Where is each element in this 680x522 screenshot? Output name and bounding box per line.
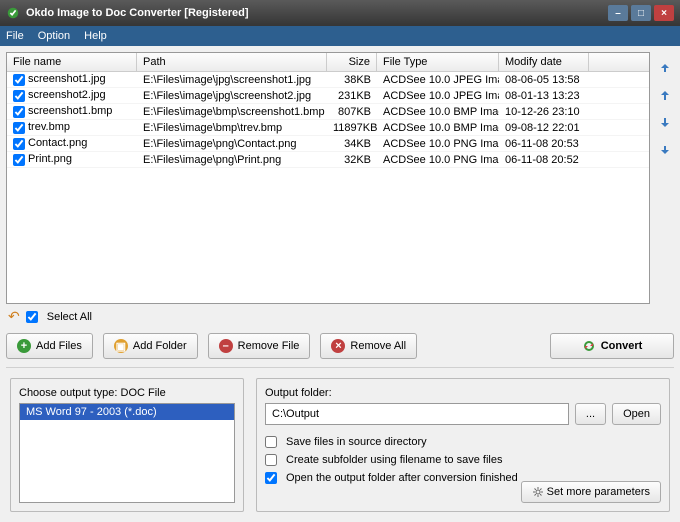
set-more-parameters-button[interactable]: Set more parameters <box>521 481 661 503</box>
table-row[interactable]: Contact.pngE:\Files\image\png\Contact.pn… <box>7 136 649 152</box>
close-button[interactable]: × <box>654 5 674 21</box>
app-icon <box>6 6 20 20</box>
open-after-checkbox[interactable] <box>265 472 277 484</box>
output-folder-input[interactable] <box>265 403 569 425</box>
menu-help[interactable]: Help <box>84 30 107 42</box>
output-folder-label: Output folder: <box>265 387 661 399</box>
maximize-button[interactable]: □ <box>631 5 651 21</box>
row-checkbox[interactable] <box>13 122 25 134</box>
col-path[interactable]: Path <box>137 53 327 71</box>
open-folder-button[interactable]: Open <box>612 403 661 425</box>
row-checkbox[interactable] <box>13 154 25 166</box>
titlebar: Okdo Image to Doc Converter [Registered]… <box>0 0 680 26</box>
menu-file[interactable]: File <box>6 30 24 42</box>
row-checkbox[interactable] <box>13 90 25 102</box>
window-title: Okdo Image to Doc Converter [Registered] <box>26 7 249 19</box>
row-checkbox[interactable] <box>13 74 25 86</box>
plus-icon: + <box>17 339 31 353</box>
output-type-item[interactable]: MS Word 97 - 2003 (*.doc) <box>20 404 234 420</box>
table-row[interactable]: screenshot1.jpgE:\Files\image\jpg\screen… <box>7 72 649 88</box>
table-row[interactable]: screenshot1.bmpE:\Files\image\bmp\screen… <box>7 104 649 120</box>
save-in-source-checkbox[interactable] <box>265 436 277 448</box>
table-header: File name Path Size File Type Modify dat… <box>7 53 649 72</box>
minus-icon: – <box>219 339 233 353</box>
output-type-label: Choose output type: DOC File <box>19 387 235 399</box>
open-after-label: Open the output folder after conversion … <box>286 472 518 484</box>
col-filetype[interactable]: File Type <box>377 53 499 71</box>
select-all-label: Select All <box>47 311 92 323</box>
output-type-group: Choose output type: DOC File MS Word 97 … <box>10 378 244 512</box>
col-filename[interactable]: File name <box>7 53 137 71</box>
menubar: File Option Help <box>0 26 680 46</box>
row-checkbox[interactable] <box>13 106 25 118</box>
remove-file-button[interactable]: –Remove File <box>208 333 311 359</box>
output-type-list[interactable]: MS Word 97 - 2003 (*.doc) <box>19 403 235 503</box>
browse-button[interactable]: ... <box>575 403 606 425</box>
convert-icon <box>582 339 596 353</box>
create-subfolder-checkbox[interactable] <box>265 454 277 466</box>
col-modifydate[interactable]: Modify date <box>499 53 589 71</box>
output-folder-group: Output folder: ... Open Save files in so… <box>256 378 670 512</box>
move-up-button[interactable] <box>656 86 674 104</box>
select-all-checkbox[interactable] <box>26 311 38 323</box>
save-in-source-label: Save files in source directory <box>286 436 427 448</box>
convert-button[interactable]: Convert <box>550 333 674 359</box>
add-files-button[interactable]: +Add Files <box>6 333 93 359</box>
arrow-up-icon: ↶ <box>8 308 20 325</box>
x-icon: × <box>331 339 345 353</box>
remove-all-button[interactable]: ×Remove All <box>320 333 417 359</box>
table-row[interactable]: screenshot2.jpgE:\Files\image\jpg\screen… <box>7 88 649 104</box>
gear-icon <box>532 486 544 498</box>
move-bottom-button[interactable] <box>656 142 674 160</box>
menu-option[interactable]: Option <box>38 30 70 42</box>
create-subfolder-label: Create subfolder using filename to save … <box>286 454 502 466</box>
row-checkbox[interactable] <box>13 138 25 150</box>
table-row[interactable]: trev.bmpE:\Files\image\bmp\trev.bmp11897… <box>7 120 649 136</box>
move-top-button[interactable] <box>656 58 674 76</box>
col-size[interactable]: Size <box>327 53 377 71</box>
table-row[interactable]: Print.pngE:\Files\image\png\Print.png32K… <box>7 152 649 168</box>
add-folder-button[interactable]: ▣Add Folder <box>103 333 198 359</box>
reorder-buttons <box>656 52 674 304</box>
move-down-button[interactable] <box>656 114 674 132</box>
folder-icon: ▣ <box>114 339 128 353</box>
file-table[interactable]: File name Path Size File Type Modify dat… <box>6 52 650 304</box>
minimize-button[interactable]: – <box>608 5 628 21</box>
